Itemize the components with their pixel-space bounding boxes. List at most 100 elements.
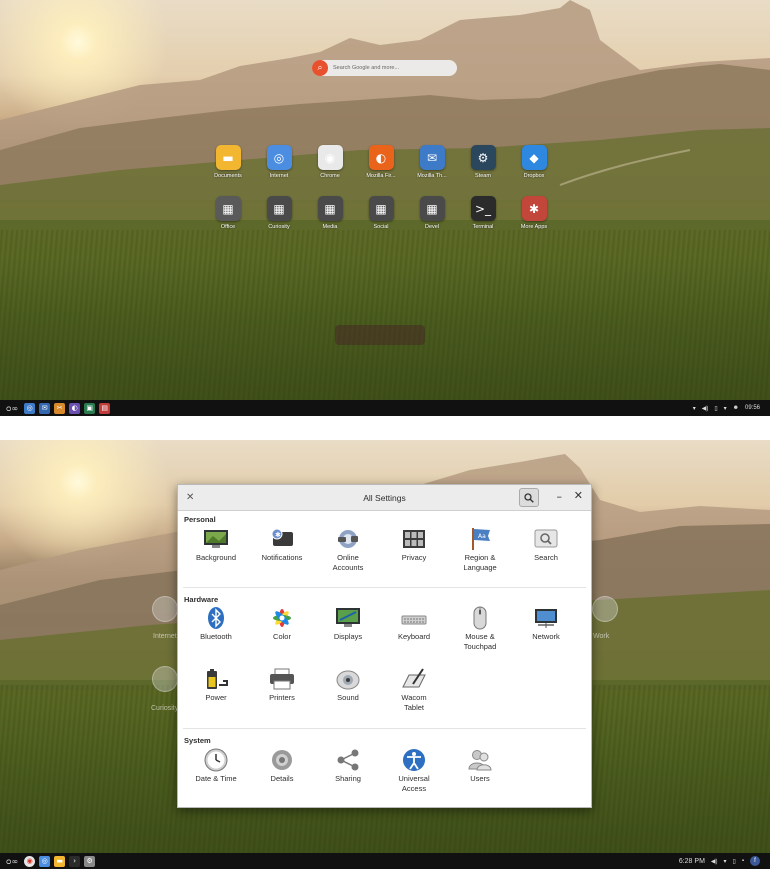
settings-item[interactable]: Sound — [318, 667, 378, 703]
close-button[interactable]: ✕ — [574, 489, 583, 502]
settings-item[interactable]: Bluetooth — [186, 606, 246, 642]
launcher-item[interactable]: ◐ Mozilla Fir... — [361, 145, 401, 179]
svg-text:✱: ✱ — [275, 531, 281, 539]
settings-item[interactable]: Mouse & Touchpad — [450, 606, 510, 652]
bluetooth-icon — [203, 606, 229, 630]
region-language-icon: Aa — [467, 527, 493, 551]
settings-item[interactable]: Date & Time — [186, 748, 246, 784]
settings-item[interactable]: Sharing — [318, 748, 378, 784]
launcher-item[interactable]: ✱ More Apps — [514, 196, 554, 230]
internet-taskbar-icon[interactable]: ◎ — [39, 855, 51, 867]
launcher-item[interactable]: ▦ Devel — [412, 196, 452, 230]
grass-texture — [0, 230, 770, 416]
launcher-item[interactable]: ◎ Internet — [259, 145, 299, 179]
settings-item-label: Date & Time — [195, 774, 237, 783]
settings-taskbar-icon[interactable]: ⚙ — [84, 855, 96, 867]
launcher-item[interactable]: ✉ Mozilla Th... — [412, 145, 452, 179]
media-folder-icon: ▦ — [317, 196, 343, 221]
settings-item[interactable]: Privacy — [384, 527, 444, 563]
minimize-button[interactable]: – — [557, 490, 563, 503]
dropdown-icon[interactable]: ▾ — [724, 405, 727, 412]
system-tray: 6:28 PM ◀) ▾ ▯ ▪ f — [679, 856, 770, 866]
launcher-item-label: Documents — [214, 173, 242, 179]
volume-icon[interactable]: ◀) — [711, 858, 718, 865]
search-button[interactable] — [519, 488, 539, 507]
thunderbird-icon: ✉ — [419, 145, 445, 170]
search-settings-icon — [533, 527, 559, 551]
battery-icon[interactable]: ▯ — [714, 405, 717, 412]
search-bar[interactable]: ⌕ Search Google and more... — [312, 60, 457, 76]
settings-item-label: Keyboard — [397, 632, 431, 641]
app2-taskbar-icon[interactable]: ▣ — [84, 402, 96, 414]
settings-tools-icon: ✕ — [186, 492, 195, 503]
settings-item[interactable]: Aa Region & Language — [450, 527, 510, 573]
terminal-taskbar-icon[interactable]: › — [69, 855, 81, 867]
terminal-icon: >_ — [470, 196, 496, 221]
launcher-item-label: Internet — [269, 173, 289, 179]
dropbox-icon: ◆ — [521, 145, 547, 170]
wifi-icon[interactable]: ▾ — [693, 405, 696, 412]
users-tray-icon[interactable]: ☻ — [733, 405, 739, 411]
settings-item[interactable]: Wacom Tablet — [384, 667, 444, 713]
launcher-item[interactable]: ◉ Chrome — [310, 145, 350, 179]
launcher-item-label: Chrome — [320, 173, 340, 179]
tools-taskbar-icon[interactable]: ✂ — [54, 402, 66, 414]
settings-item[interactable]: Search — [516, 527, 576, 563]
users-icon — [467, 748, 493, 772]
color-icon — [269, 606, 295, 630]
settings-item-label: Background — [195, 553, 237, 562]
launcher-item[interactable]: ▦ Media — [310, 196, 350, 230]
settings-item-label: Bluetooth — [200, 632, 232, 641]
settings-item[interactable]: Universal Access — [384, 748, 444, 794]
chrome-icon: ◉ — [317, 145, 343, 170]
search-icon[interactable]: ⌕ — [312, 60, 328, 76]
launcher-item[interactable]: ▦ Curiosity — [259, 196, 299, 230]
notification-icon[interactable]: ▪ — [742, 858, 744, 864]
launcher-item[interactable]: >_ Terminal — [463, 196, 503, 230]
chrome-taskbar-icon[interactable]: ◉ — [24, 855, 36, 867]
wifi-icon[interactable]: ▾ — [724, 858, 727, 865]
launcher-logo-icon[interactable]: ᴑ∞ — [6, 404, 18, 413]
privacy-icon — [401, 527, 427, 551]
settings-item[interactable]: ✱ Notifications — [252, 527, 312, 563]
thunderbird-taskbar-icon[interactable]: ✉ — [39, 402, 51, 414]
launcher-item[interactable]: ⚙ Steam — [463, 145, 503, 179]
launcher-item-label: Steam — [475, 173, 491, 179]
app3-taskbar-icon[interactable]: ▤ — [99, 402, 111, 414]
clock[interactable]: 09:56 — [745, 405, 760, 411]
volume-icon[interactable]: ◀) — [702, 405, 709, 412]
desktop-launcher-screen: ⌕ Search Google and more... ▬ Documents ◎ I… — [0, 0, 770, 416]
launcher-item-label: Dropbox — [523, 173, 545, 179]
section-title: Hardware — [184, 595, 219, 604]
settings-item[interactable]: Color — [252, 606, 312, 642]
launcher-item-label: Media — [322, 224, 338, 230]
clock[interactable]: 6:28 PM — [679, 858, 705, 865]
launcher-item-label: Devel — [424, 224, 440, 230]
printers-icon — [269, 667, 295, 691]
settings-item[interactable]: Power — [186, 667, 246, 703]
settings-item[interactable]: Network — [516, 606, 576, 642]
settings-item[interactable]: Background — [186, 527, 246, 563]
battery-icon[interactable]: ▯ — [733, 858, 736, 865]
settings-item[interactable]: Online Accounts — [318, 527, 378, 573]
files-taskbar-icon[interactable]: ▬ — [54, 855, 66, 867]
details-icon — [269, 748, 295, 772]
settings-item[interactable]: Details — [252, 748, 312, 784]
facebook-icon[interactable]: f — [750, 856, 760, 866]
settings-item[interactable]: Users — [450, 748, 510, 784]
settings-item[interactable]: Printers — [252, 667, 312, 703]
settings-item[interactable]: Keyboard — [384, 606, 444, 642]
internet-taskbar-icon[interactable]: ◎ — [24, 402, 36, 414]
settings-item-label: Sharing — [335, 774, 361, 783]
launcher-item[interactable]: ▦ Office — [208, 196, 248, 230]
launcher-logo-icon[interactable]: ᴑ∞ — [6, 857, 18, 866]
sharing-icon — [335, 748, 361, 772]
background-icon — [203, 527, 229, 551]
wacom-tablet-icon — [401, 667, 427, 691]
launcher-item[interactable]: ▬ Documents — [208, 145, 248, 179]
settings-item[interactable]: Displays — [318, 606, 378, 642]
settings-item-label: Color — [273, 632, 291, 641]
launcher-item[interactable]: ▦ Social — [361, 196, 401, 230]
app-taskbar-icon[interactable]: ◐ — [69, 402, 81, 414]
launcher-item[interactable]: ◆ Dropbox — [514, 145, 554, 179]
